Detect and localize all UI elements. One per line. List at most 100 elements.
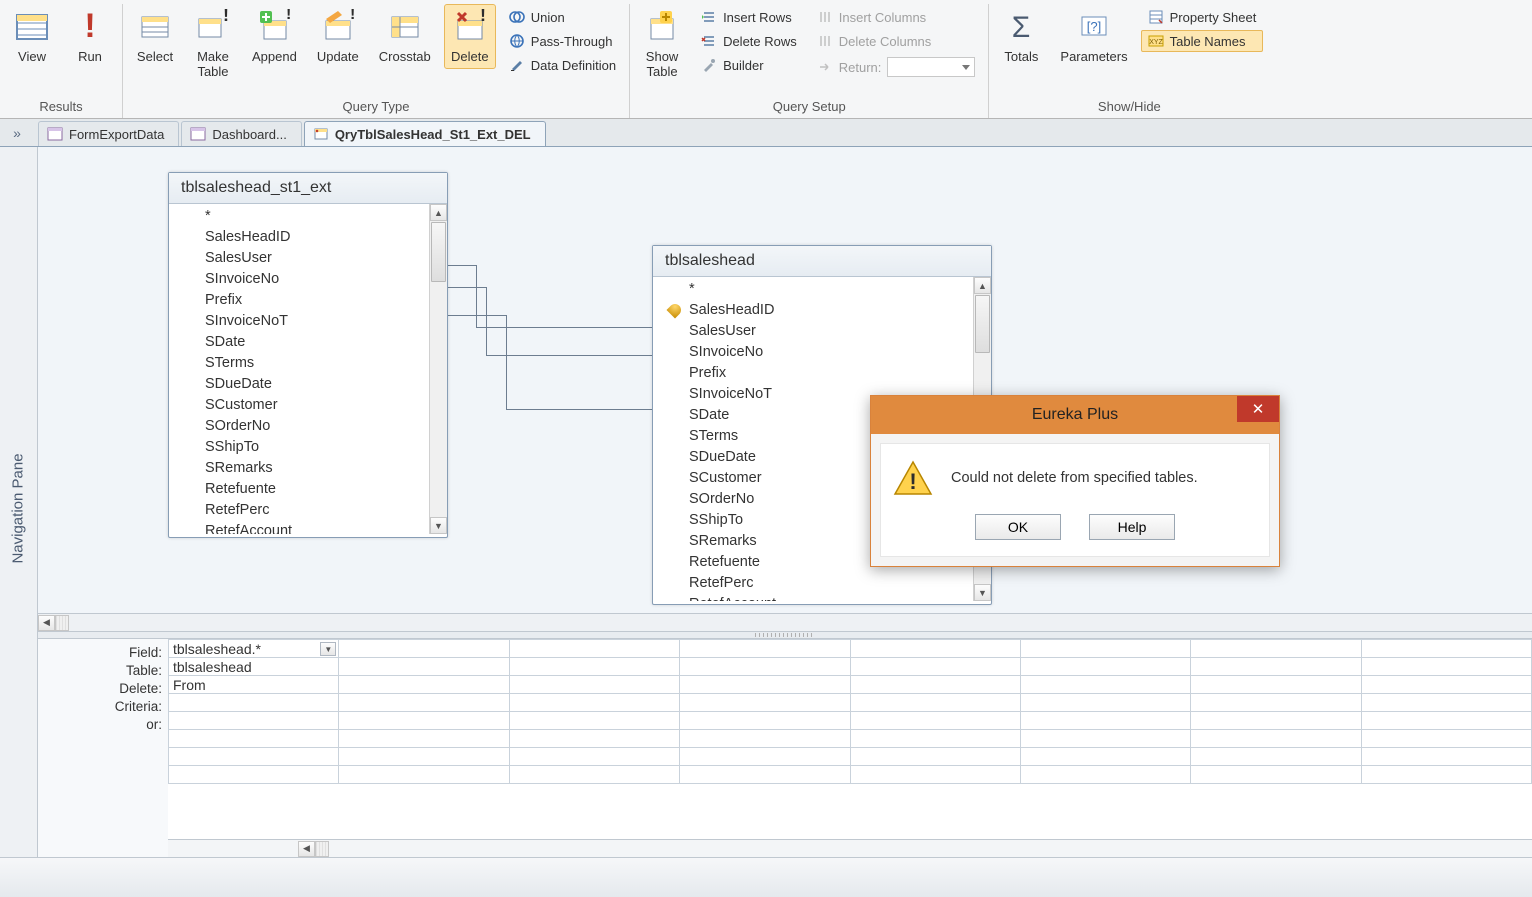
scroll-thumb[interactable] [431, 222, 446, 282]
field-item[interactable]: * [171, 206, 447, 227]
deleterows-button[interactable]: Delete Rows [694, 30, 804, 52]
field-item[interactable]: RetefPerc [171, 500, 447, 521]
grid-cell[interactable] [1020, 676, 1190, 694]
grid-cell[interactable] [509, 730, 679, 748]
grid-cell[interactable] [339, 766, 509, 784]
datadef-button[interactable]: Data Definition [502, 54, 623, 76]
grid-cell[interactable] [1361, 766, 1531, 784]
grid-cell[interactable] [509, 658, 679, 676]
view-button[interactable]: View [6, 4, 58, 69]
grid-cell[interactable] [509, 712, 679, 730]
grid-cell[interactable] [1191, 658, 1361, 676]
grid-cell[interactable] [1361, 694, 1531, 712]
grid-cell[interactable] [850, 658, 1020, 676]
grid-cell[interactable] [850, 748, 1020, 766]
field-item[interactable]: SInvoiceNoT [171, 311, 447, 332]
builder-button[interactable]: Builder [694, 54, 804, 76]
grid-cell[interactable] [339, 640, 509, 658]
field-list[interactable]: *SalesHeadIDSalesUserSInvoiceNoPrefixSIn… [169, 204, 447, 534]
tab-formexportdata[interactable]: FormExportData [38, 121, 179, 146]
field-item[interactable]: SDate [171, 332, 447, 353]
grid-cell-table-0[interactable]: tblsaleshead [169, 658, 339, 676]
grid-cell[interactable] [339, 712, 509, 730]
scroll-left-icon[interactable]: ◀ [298, 841, 315, 857]
grid-cell[interactable] [509, 748, 679, 766]
crosstab-button[interactable]: Crosstab [372, 4, 438, 69]
field-item[interactable]: STerms [171, 353, 447, 374]
dialog-close-button[interactable]: ✕ [1237, 396, 1279, 422]
grid-cell[interactable] [509, 676, 679, 694]
totals-button[interactable]: Σ Totals [995, 4, 1047, 69]
run-button[interactable]: ! Run [64, 4, 116, 69]
canvas-hscrollbar[interactable]: ◀ [38, 613, 1532, 631]
dialog-titlebar[interactable]: Eureka Plus ✕ [871, 396, 1279, 434]
field-item[interactable]: RetefAccount [655, 594, 991, 601]
grid-cell-field-0[interactable]: tblsaleshead.*▼ [169, 640, 339, 658]
field-item[interactable]: Retefuente [171, 479, 447, 500]
scrollbar[interactable]: ▲ ▼ [429, 204, 447, 534]
grid-cell[interactable] [509, 640, 679, 658]
grid-cell[interactable] [850, 712, 1020, 730]
grid-cell[interactable] [339, 676, 509, 694]
scroll-thumb[interactable] [975, 295, 990, 353]
tab-qrytblsaleshead[interactable]: QryTblSalesHead_St1_Ext_DEL [304, 121, 546, 146]
query-design-canvas[interactable]: tblsaleshead_st1_ext *SalesHeadIDSalesUs… [38, 147, 1532, 631]
grid-cell[interactable] [1020, 658, 1190, 676]
propsheet-button[interactable]: Property Sheet [1141, 6, 1264, 28]
showtable-button[interactable]: Show Table [636, 4, 688, 84]
grid-cell[interactable] [680, 658, 850, 676]
scroll-up-icon[interactable]: ▲ [974, 277, 991, 294]
navpane-toggle[interactable]: » [6, 123, 28, 143]
field-item[interactable]: Prefix [171, 290, 447, 311]
grid-cell[interactable] [169, 694, 339, 712]
grid-cell[interactable] [850, 766, 1020, 784]
field-item[interactable]: SalesUser [171, 248, 447, 269]
field-item[interactable]: SInvoiceNo [655, 342, 991, 363]
update-button[interactable]: ! Update [310, 4, 366, 69]
grid-cell[interactable] [850, 694, 1020, 712]
parameters-button[interactable]: [?] Parameters [1053, 4, 1134, 69]
grid-cell[interactable] [1361, 658, 1531, 676]
grid-cell[interactable] [1361, 730, 1531, 748]
grid-cell[interactable] [169, 730, 339, 748]
scroll-left-icon[interactable]: ◀ [38, 615, 55, 631]
scroll-track[interactable] [315, 841, 329, 857]
grid-cell-delete-0[interactable]: From [169, 676, 339, 694]
grid-cell[interactable] [680, 712, 850, 730]
grid-cell[interactable] [509, 694, 679, 712]
grid-cell[interactable] [1020, 640, 1190, 658]
grid-cell[interactable] [169, 748, 339, 766]
field-item[interactable]: RetefPerc [655, 573, 991, 594]
grid-cell[interactable] [1191, 640, 1361, 658]
grid-cell[interactable] [1191, 766, 1361, 784]
grid-cell[interactable] [850, 730, 1020, 748]
field-item[interactable]: SalesUser [655, 321, 991, 342]
field-item[interactable]: SInvoiceNo [171, 269, 447, 290]
grid-cell[interactable] [1020, 712, 1190, 730]
grid-cell[interactable] [680, 730, 850, 748]
select-button[interactable]: Select [129, 4, 181, 69]
grid-hscrollbar[interactable]: ◀ [168, 839, 1532, 857]
append-button[interactable]: ! Append [245, 4, 304, 69]
grid-cell[interactable] [339, 730, 509, 748]
scroll-down-icon[interactable]: ▼ [430, 517, 447, 534]
field-item[interactable]: * [655, 279, 991, 300]
scroll-down-icon[interactable]: ▼ [974, 584, 991, 601]
tablenames-button[interactable]: XYZ Table Names [1141, 30, 1264, 52]
pane-splitter[interactable] [38, 631, 1532, 639]
grid-cell[interactable] [509, 766, 679, 784]
grid-cells[interactable]: tblsaleshead.*▼ tblsaleshead From ◀ [168, 639, 1532, 857]
field-item[interactable]: SOrderNo [171, 416, 447, 437]
grid-cell[interactable] [1191, 676, 1361, 694]
dialog-ok-button[interactable]: OK [975, 514, 1061, 540]
grid-cell[interactable] [680, 694, 850, 712]
grid-cell[interactable] [1361, 676, 1531, 694]
table-box-tblsaleshead-st1-ext[interactable]: tblsaleshead_st1_ext *SalesHeadIDSalesUs… [168, 172, 448, 538]
delete-button[interactable]: ! Delete [444, 4, 496, 69]
grid-cell[interactable] [1361, 712, 1531, 730]
grid-cell[interactable] [1191, 694, 1361, 712]
field-item[interactable]: Prefix [655, 363, 991, 384]
grid-cell[interactable] [1361, 748, 1531, 766]
field-item[interactable]: SalesHeadID [655, 300, 991, 321]
grid-cell[interactable] [1191, 730, 1361, 748]
